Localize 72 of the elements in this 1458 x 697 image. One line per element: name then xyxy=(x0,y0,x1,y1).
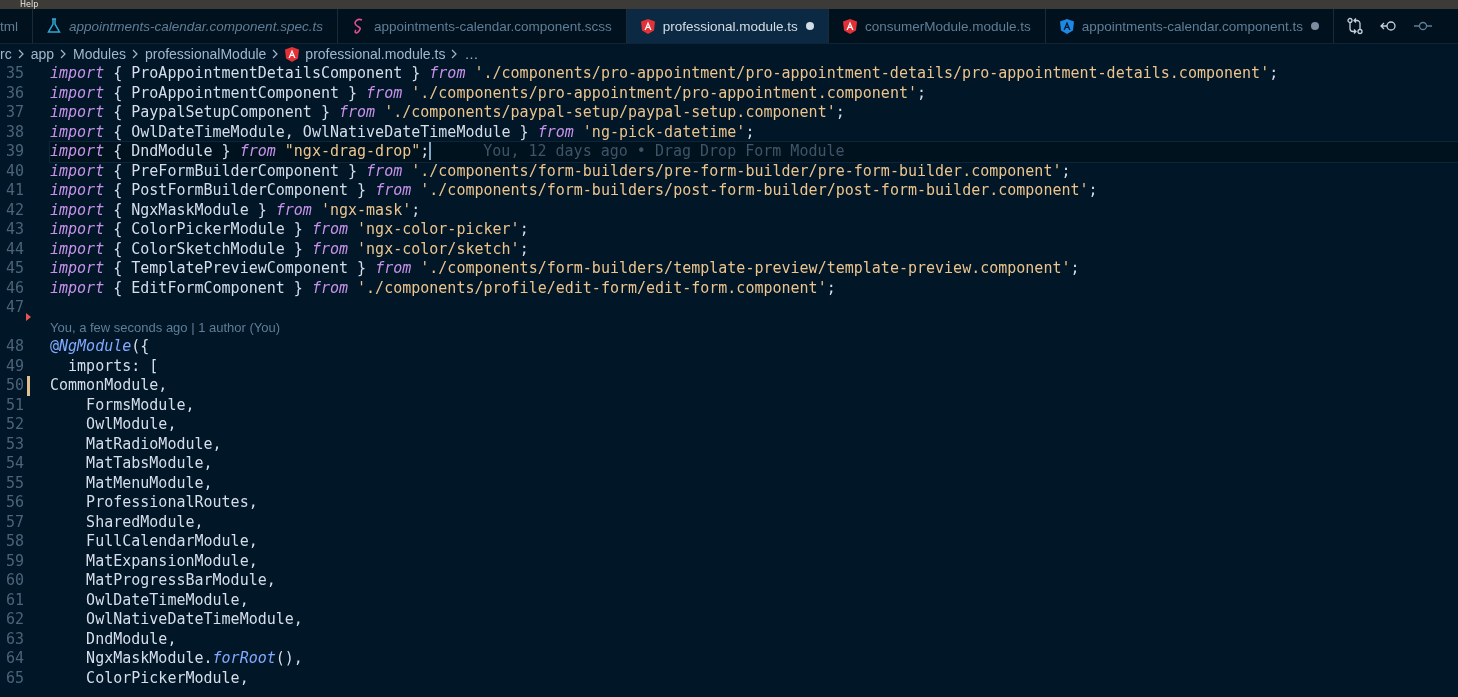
line-number: 50 xyxy=(4,376,24,396)
code-line: OwlDateTimeModule, xyxy=(85,590,249,610)
line-number: 40 xyxy=(4,161,24,181)
code-line: MatExpansionModule, xyxy=(85,551,258,571)
line-number: 52 xyxy=(4,415,24,435)
line-number: 48 xyxy=(4,337,24,357)
line-number: 64 xyxy=(4,649,24,669)
breadcrumb-item[interactable]: rc xyxy=(0,46,12,62)
code-line: MatTabsModule, xyxy=(85,454,213,474)
git-blame-annotation: You, 12 days ago • Drag Drop Form Module xyxy=(483,142,845,162)
code-line: import { ProAppointmentDetailsComponent } from './components/pro-appointment/pro-appointment-details/pro-appointment-details.component'; xyxy=(50,64,1279,84)
code-line: @NgModule({ xyxy=(50,337,150,357)
editor-tab[interactable]: tml xyxy=(0,9,33,43)
code-line: import { NgxMaskModule } from 'ngx-mask'; xyxy=(50,200,421,220)
line-number: 38 xyxy=(4,122,24,142)
line-number: 57 xyxy=(4,512,24,532)
line-number: 55 xyxy=(4,473,24,493)
line-number: 61 xyxy=(4,590,24,610)
line-number: 46 xyxy=(4,278,24,298)
menu-item[interactable]: Help xyxy=(20,0,39,9)
line-number: 60 xyxy=(4,571,24,591)
code-line: MatRadioModule, xyxy=(85,434,222,454)
code-line: import { DndModule } from "ngx-drag-drop"; xyxy=(50,142,430,162)
line-number: 35 xyxy=(4,64,24,84)
code-line: import { PaypalSetupComponent } from './components/paypal-setup/paypal-setup.component'; xyxy=(50,103,845,123)
line-number: 53 xyxy=(4,434,24,454)
code-line: import { ProAppointmentComponent } from './components/pro-appointment/pro-appointment.component'; xyxy=(50,83,926,103)
line-number: 51 xyxy=(4,395,24,415)
code-line: ColorPickerModule, xyxy=(85,668,249,688)
line-number: 47 xyxy=(4,298,24,318)
code-line: import { EditFormComponent } from './components/profile/edit-form/edit-form.component'; xyxy=(50,278,836,298)
editor-tab[interactable]: professional.module.ts xyxy=(626,9,829,43)
code-line: import { ColorSketchModule } from 'ngx-color/sketch'; xyxy=(50,239,529,259)
line-number: 56 xyxy=(4,493,24,513)
code-line: FormsModule, xyxy=(85,395,195,415)
breadcrumb-item[interactable]: professional.module.ts xyxy=(305,46,446,62)
code-line: import { TemplatePreviewComponent } from './components/form-builders/template-preview/template-preview.component'; xyxy=(50,259,1080,279)
code-line: import { OwlDateTimeModule, OwlNativeDateTimeModule } from 'ng-pick-datetime'; xyxy=(50,122,755,142)
code-line: SharedModule, xyxy=(85,512,204,532)
code-line: MatProgressBarModule, xyxy=(85,571,276,591)
line-number: 62 xyxy=(4,610,24,630)
breadcrumb-item[interactable]: … xyxy=(464,46,479,62)
code-line: MatMenuModule, xyxy=(85,473,213,493)
line-number: 37 xyxy=(4,103,24,123)
line-number: 58 xyxy=(4,532,24,552)
line-number: 43 xyxy=(4,220,24,240)
code-line: ProfessionalRoutes, xyxy=(85,493,258,513)
line-number: 42 xyxy=(4,200,24,220)
code-line: import { PostFormBuilderComponent } from './components/form-builders/post-form-builder/post-form-builder.component'; xyxy=(50,181,1098,201)
code-line: import { ColorPickerModule } from 'ngx-color-picker'; xyxy=(50,220,529,240)
line-number: 54 xyxy=(4,454,24,474)
line-number: 39 xyxy=(4,142,24,162)
breadcrumb-item[interactable]: Modules xyxy=(73,46,126,62)
breadcrumb-item[interactable]: app xyxy=(30,46,55,62)
line-number: 59 xyxy=(4,551,24,571)
code-line: NgxMaskModule.forRoot(), xyxy=(85,649,303,669)
code-line: OwlNativeDateTimeModule, xyxy=(85,610,303,630)
line-number: 36 xyxy=(4,83,24,103)
line-number: 44 xyxy=(4,239,24,259)
line-number: 65 xyxy=(4,668,24,688)
codelens-annotation[interactable]: You, a few seconds ago | 1 author (You) xyxy=(50,319,281,335)
code-line: OwlModule, xyxy=(85,415,177,435)
code-line: import { PreFormBuilderComponent } from './components/form-builders/pre-form-builder/pre-form-builder.component'; xyxy=(50,161,1071,181)
line-number: 63 xyxy=(4,629,24,649)
code-line: imports: [ xyxy=(67,356,159,376)
line-number: 45 xyxy=(4,259,24,279)
line-number: 49 xyxy=(4,356,24,376)
code-line: FullCalendarModule, xyxy=(85,532,258,552)
code-line: DndModule, xyxy=(85,629,177,649)
line-number: 41 xyxy=(4,181,24,201)
breadcrumb-item[interactable]: professionalModule xyxy=(144,46,267,62)
code-line: CommonModule, xyxy=(50,376,168,396)
